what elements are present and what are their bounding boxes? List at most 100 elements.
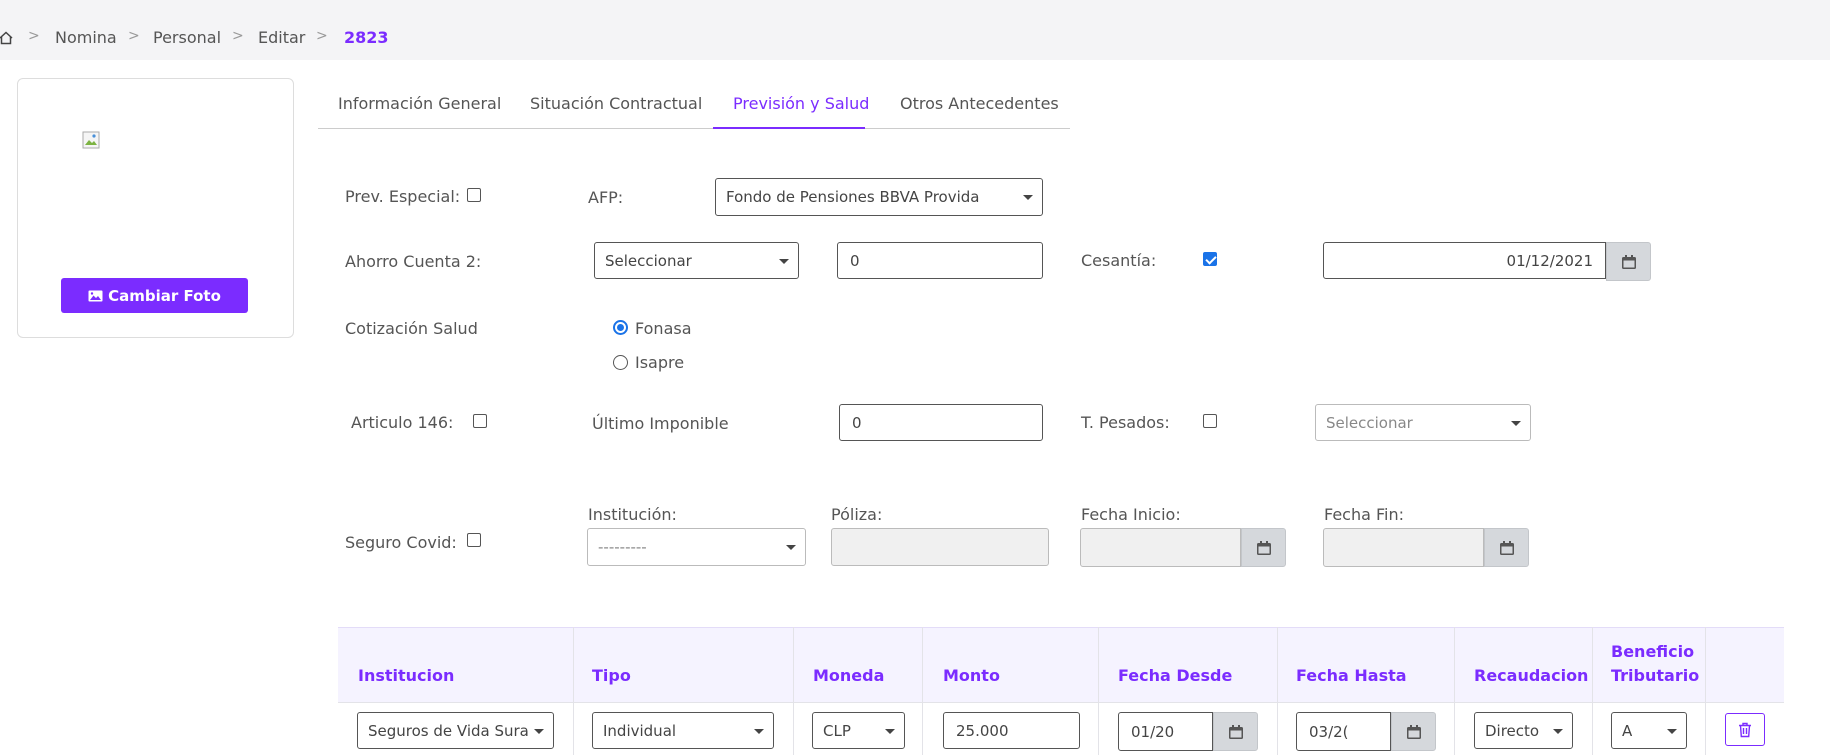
breadcrumb-current: 2823 xyxy=(344,28,389,47)
row-tipo-value: Individual xyxy=(603,721,677,740)
radio-isapre[interactable] xyxy=(613,355,628,370)
fecha-inicio-calendar-button[interactable] xyxy=(1241,528,1286,567)
afp-label: AFP: xyxy=(588,188,624,207)
fecha-fin-input[interactable] xyxy=(1323,528,1484,567)
breadcrumb-personal[interactable]: Personal xyxy=(153,28,221,47)
afp-value: Fondo de Pensiones BBVA Provida xyxy=(726,188,980,206)
row-fecha-desde-calendar-button[interactable] xyxy=(1213,712,1258,751)
t-pesados-select[interactable]: Seleccionar xyxy=(1315,404,1531,441)
prev-especial-label: Prev. Especial: xyxy=(345,187,461,206)
cesantia-date-input[interactable]: 01/12/2021 xyxy=(1323,242,1606,279)
fecha-fin-calendar-button[interactable] xyxy=(1484,528,1529,567)
trash-icon xyxy=(1739,722,1751,737)
change-photo-button[interactable]: Cambiar Foto xyxy=(61,278,248,313)
t-pesados-checkbox[interactable] xyxy=(1203,414,1217,428)
chevron-down-icon xyxy=(1667,728,1677,734)
institucion-label: Institución: xyxy=(588,505,677,524)
column-divider xyxy=(573,627,574,755)
tab-bar: Información General Situación Contractua… xyxy=(318,80,1070,129)
calendar-icon xyxy=(1256,540,1271,555)
row-beneficio-select[interactable]: A xyxy=(1611,712,1687,749)
breadcrumb-separator: > xyxy=(232,28,244,44)
cesantia-label: Cesantía: xyxy=(1081,251,1157,270)
calendar-icon xyxy=(1621,254,1636,269)
ultimo-imponible-input[interactable]: 0 xyxy=(839,404,1043,441)
row-institucion-select[interactable]: Seguros de Vida Sura xyxy=(357,712,554,749)
fecha-fin-label: Fecha Fin: xyxy=(1324,505,1405,524)
articulo-146-checkbox[interactable] xyxy=(473,414,487,428)
tab-prevision-salud[interactable]: Previsión y Salud xyxy=(733,94,869,113)
ultimo-imponible-label: Último Imponible xyxy=(592,414,729,433)
radio-isapre-label: Isapre xyxy=(635,353,685,372)
t-pesados-value: Seleccionar xyxy=(1326,413,1413,432)
breadcrumb-editar[interactable]: Editar xyxy=(258,28,305,47)
seguro-covid-checkbox[interactable] xyxy=(467,533,481,547)
chevron-down-icon xyxy=(885,728,895,734)
ahorro-cuenta-select[interactable]: Seleccionar xyxy=(594,242,799,279)
row-recaudacion-select[interactable]: Directo xyxy=(1474,712,1573,749)
column-divider xyxy=(1705,627,1706,755)
image-icon xyxy=(88,290,103,301)
breadcrumb-nomina[interactable]: Nomina xyxy=(55,28,117,47)
row-moneda-value: CLP xyxy=(823,721,851,740)
poliza-input[interactable] xyxy=(831,528,1049,566)
row-fecha-hasta-calendar-button[interactable] xyxy=(1391,712,1436,751)
row-fecha-desde-input[interactable]: 01/20 xyxy=(1118,712,1213,751)
column-divider xyxy=(1098,627,1099,755)
row-monto-input[interactable]: 25.000 xyxy=(943,712,1080,749)
articulo-146-label: Articulo 146: xyxy=(351,413,454,432)
radio-fonasa[interactable] xyxy=(613,320,628,335)
header-fecha-hasta: Fecha Hasta xyxy=(1296,666,1407,685)
chevron-down-icon xyxy=(754,728,764,734)
home-icon[interactable] xyxy=(0,30,14,46)
header-monto: Monto xyxy=(943,666,1000,685)
header-tipo: Tipo xyxy=(592,666,631,685)
column-divider xyxy=(793,627,794,755)
row-fecha-hasta-input[interactable]: 03/2( xyxy=(1296,712,1391,751)
header-recaudacion: Recaudacion xyxy=(1474,666,1589,685)
prev-especial-checkbox[interactable] xyxy=(467,188,481,202)
ahorro-cuenta-value: Seleccionar xyxy=(605,251,692,270)
breadcrumb-separator: > xyxy=(316,28,328,44)
calendar-icon xyxy=(1406,724,1421,739)
calendar-icon xyxy=(1499,540,1514,555)
column-divider xyxy=(1592,627,1593,755)
institucion-select[interactable]: --------- xyxy=(587,528,806,566)
t-pesados-label: T. Pesados: xyxy=(1081,413,1170,432)
chevron-down-icon xyxy=(1023,195,1033,200)
tab-otros-antecedentes[interactable]: Otros Antecedentes xyxy=(900,94,1059,113)
chevron-down-icon xyxy=(786,545,796,550)
afp-select[interactable]: Fondo de Pensiones BBVA Provida xyxy=(715,178,1043,216)
photo-card: Cambiar Foto xyxy=(17,78,294,338)
row-moneda-select[interactable]: CLP xyxy=(812,712,905,749)
breadcrumb-separator: > xyxy=(128,28,140,44)
ahorro-amount-input[interactable]: 0 xyxy=(837,242,1043,279)
chevron-down-icon xyxy=(534,728,544,734)
header-beneficio-tributario: Beneficio Tributario xyxy=(1611,642,1700,685)
chevron-down-icon xyxy=(1553,728,1563,734)
tab-situacion-contractual[interactable]: Situación Contractual xyxy=(530,94,702,113)
active-tab-indicator xyxy=(713,127,865,129)
chevron-down-icon xyxy=(779,258,789,264)
row-beneficio-value: A xyxy=(1622,721,1633,740)
seguro-covid-label: Seguro Covid: xyxy=(345,533,457,552)
ahorro-cuenta-label: Ahorro Cuenta 2: xyxy=(345,252,482,271)
calendar-icon xyxy=(1228,724,1243,739)
column-divider xyxy=(922,627,923,755)
cesantia-calendar-button[interactable] xyxy=(1606,242,1651,281)
fecha-inicio-label: Fecha Inicio: xyxy=(1081,505,1181,524)
delete-row-button[interactable] xyxy=(1725,713,1765,746)
row-institucion-value: Seguros de Vida Sura xyxy=(368,721,529,740)
header-fecha-desde: Fecha Desde xyxy=(1118,666,1233,685)
column-divider xyxy=(1277,627,1278,755)
broken-image-icon xyxy=(82,131,100,149)
cesantia-checkbox[interactable] xyxy=(1203,252,1217,266)
row-tipo-select[interactable]: Individual xyxy=(592,712,774,749)
header-institucion: Institucion xyxy=(358,666,455,685)
fecha-inicio-input[interactable] xyxy=(1080,528,1241,567)
change-photo-label: Cambiar Foto xyxy=(108,286,221,305)
radio-fonasa-label: Fonasa xyxy=(635,319,692,338)
institucion-value: --------- xyxy=(598,538,647,556)
tab-informacion-general[interactable]: Información General xyxy=(338,94,501,113)
header-moneda: Moneda xyxy=(813,666,885,685)
